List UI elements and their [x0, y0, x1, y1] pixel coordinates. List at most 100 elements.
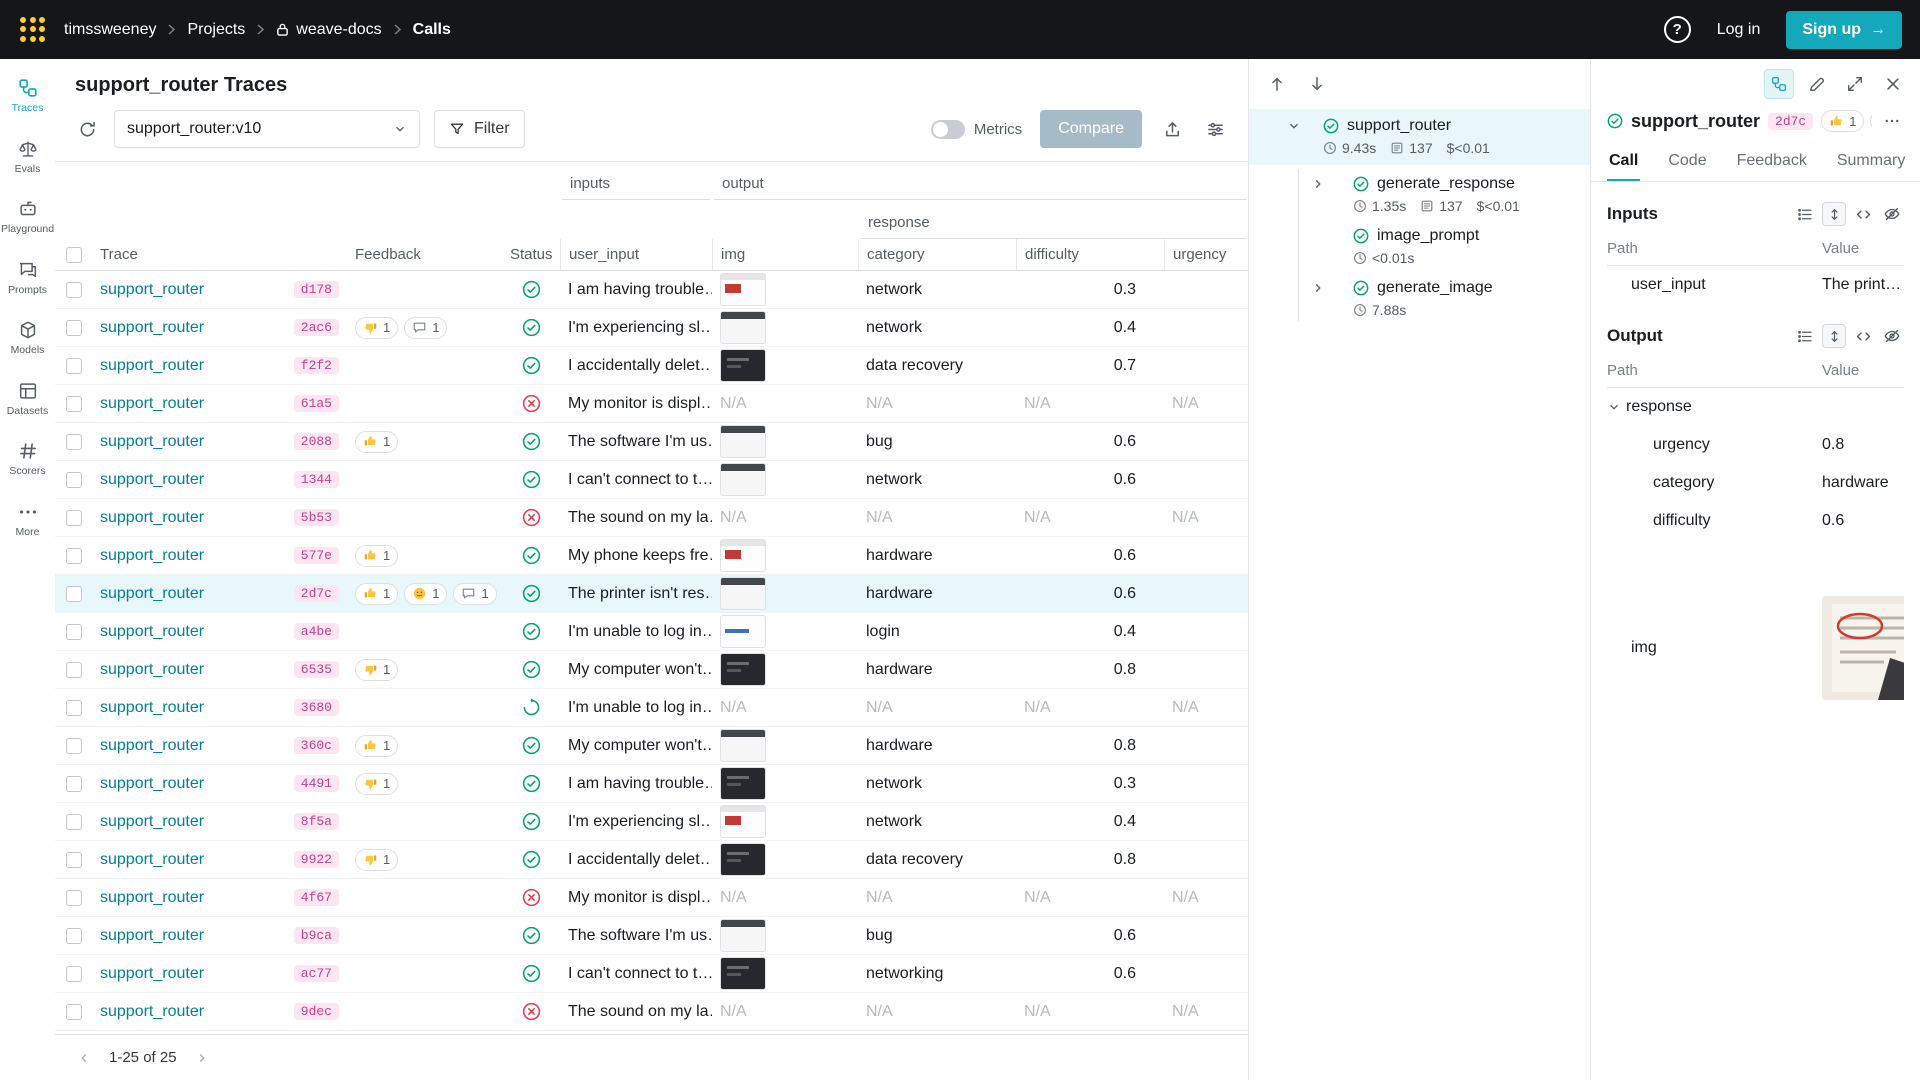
trace-link[interactable]: support_router: [100, 889, 204, 907]
tree-node[interactable]: generate_response1.35s137$<0.01: [1311, 175, 1590, 214]
row-thumbnail[interactable]: [720, 349, 766, 382]
filter-button[interactable]: Filter: [434, 110, 525, 148]
feedback-badge[interactable]: 1: [1870, 110, 1872, 132]
trace-link[interactable]: support_router: [100, 851, 204, 869]
prev-page-button[interactable]: [73, 1047, 95, 1069]
sidebar-item-more[interactable]: More: [0, 495, 55, 544]
table-row[interactable]: support_router8f5aI'm experiencing sl…ne…: [55, 803, 1248, 841]
row-checkbox[interactable]: [66, 700, 82, 716]
table-row[interactable]: support_router99221I accidentally delet……: [55, 841, 1248, 879]
trace-link[interactable]: support_router: [100, 1003, 204, 1021]
table-row[interactable]: support_routerb9caThe software I'm us…bu…: [55, 917, 1248, 955]
tab-summary[interactable]: Summary: [1835, 143, 1907, 181]
row-thumbnail[interactable]: [720, 653, 766, 686]
output-image-thumbnail[interactable]: [1822, 596, 1904, 700]
column-settings-button[interactable]: [1203, 117, 1228, 142]
export-button[interactable]: [1160, 117, 1185, 142]
row-thumbnail[interactable]: [720, 957, 766, 990]
column-header-feedback[interactable]: Feedback: [347, 246, 502, 263]
refresh-button[interactable]: [75, 117, 100, 142]
feedback-badge[interactable]: 1: [355, 431, 398, 453]
row-thumbnail[interactable]: [720, 311, 766, 344]
table-row[interactable]: support_router2ac611I'm experiencing sl……: [55, 309, 1248, 347]
table-row[interactable]: support_router9decThe sound on my la…N/A…: [55, 993, 1248, 1031]
row-checkbox[interactable]: [66, 852, 82, 868]
select-all-checkbox[interactable]: [66, 247, 82, 263]
view-code-icon[interactable]: [1851, 324, 1875, 348]
view-list-icon[interactable]: [1793, 324, 1817, 348]
row-checkbox[interactable]: [66, 1004, 82, 1020]
feedback-badge[interactable]: 1: [1821, 110, 1864, 132]
tab-call[interactable]: Call: [1607, 143, 1640, 181]
trace-link[interactable]: support_router: [100, 623, 204, 641]
sidebar-item-scorers[interactable]: Scorers: [0, 434, 55, 483]
feedback-badge[interactable]: 1: [355, 849, 398, 871]
row-thumbnail[interactable]: [720, 273, 766, 306]
table-row[interactable]: support_routera4beI'm unable to log in…l…: [55, 613, 1248, 651]
row-checkbox[interactable]: [66, 738, 82, 754]
hide-values-icon[interactable]: [1880, 324, 1904, 348]
wandb-logo[interactable]: [18, 15, 48, 45]
feedback-badge[interactable]: 1: [404, 317, 447, 339]
row-checkbox[interactable]: [66, 890, 82, 906]
row-thumbnail[interactable]: [720, 805, 766, 838]
breadcrumb-item[interactable]: Calls: [413, 21, 451, 39]
edit-button[interactable]: [1802, 69, 1832, 99]
help-icon[interactable]: ?: [1664, 16, 1691, 43]
sidebar-item-playground[interactable]: Playground: [0, 192, 55, 241]
tab-feedback[interactable]: Feedback: [1735, 143, 1809, 181]
feedback-badge[interactable]: 1: [404, 583, 447, 605]
tab-code[interactable]: Code: [1666, 143, 1708, 181]
table-row[interactable]: support_router360c1My computer won't…har…: [55, 727, 1248, 765]
row-checkbox[interactable]: [66, 510, 82, 526]
row-checkbox[interactable]: [66, 624, 82, 640]
sidebar-item-datasets[interactable]: Datasets: [0, 374, 55, 423]
close-panel-button[interactable]: [1878, 69, 1908, 99]
trace-link[interactable]: support_router: [100, 547, 204, 565]
chevron-down-icon[interactable]: [1607, 400, 1621, 414]
column-header-user-input[interactable]: user_input: [560, 239, 712, 270]
breadcrumb-item[interactable]: weave-docs: [276, 21, 381, 39]
trace-link[interactable]: support_router: [100, 357, 204, 375]
chevron-right-icon[interactable]: [1311, 177, 1353, 191]
trace-link[interactable]: support_router: [100, 965, 204, 983]
column-header-status[interactable]: Status: [502, 246, 560, 263]
tree-node[interactable]: image_prompt<0.01s: [1311, 227, 1590, 266]
feedback-badge[interactable]: 1: [355, 773, 398, 795]
trace-link[interactable]: support_router: [100, 661, 204, 679]
column-header-trace[interactable]: Trace: [92, 246, 347, 263]
row-checkbox[interactable]: [66, 966, 82, 982]
row-thumbnail[interactable]: [720, 843, 766, 876]
row-checkbox[interactable]: [66, 434, 82, 450]
row-checkbox[interactable]: [66, 548, 82, 564]
table-row[interactable]: support_router1344I can't connect to t…n…: [55, 461, 1248, 499]
sidebar-item-prompts[interactable]: Prompts: [0, 253, 55, 302]
view-list-icon[interactable]: [1793, 202, 1817, 226]
row-checkbox[interactable]: [66, 814, 82, 830]
row-checkbox[interactable]: [66, 396, 82, 412]
row-thumbnail[interactable]: [720, 729, 766, 762]
sidebar-item-models[interactable]: Models: [0, 313, 55, 362]
row-checkbox[interactable]: [66, 282, 82, 298]
tree-node-root[interactable]: support_router9.43s137$<0.01: [1249, 109, 1590, 165]
trace-link[interactable]: support_router: [100, 775, 204, 793]
previous-call-button[interactable]: [1265, 72, 1289, 96]
table-row[interactable]: support_router20881The software I'm us…b…: [55, 423, 1248, 461]
feedback-badge[interactable]: 1: [355, 545, 398, 567]
table-row[interactable]: support_router44911I am having trouble…n…: [55, 765, 1248, 803]
row-checkbox[interactable]: [66, 928, 82, 944]
feedback-badge[interactable]: 1: [453, 583, 496, 605]
trace-link[interactable]: support_router: [100, 813, 204, 831]
row-checkbox[interactable]: [66, 776, 82, 792]
trace-link[interactable]: support_router: [100, 699, 204, 717]
sidebar-item-evals[interactable]: Evals: [0, 132, 55, 181]
trace-link[interactable]: support_router: [100, 737, 204, 755]
op-version-selector[interactable]: support_router:v10: [114, 110, 420, 148]
table-row[interactable]: support_router2d7c111The printer isn't r…: [55, 575, 1248, 613]
column-header-difficulty[interactable]: difficulty: [1016, 239, 1164, 270]
metrics-toggle[interactable]: Metrics: [931, 120, 1022, 139]
trace-link[interactable]: support_router: [100, 471, 204, 489]
row-checkbox[interactable]: [66, 320, 82, 336]
feedback-badge[interactable]: 1: [355, 317, 398, 339]
table-row[interactable]: support_routerac77I can't connect to t…n…: [55, 955, 1248, 993]
